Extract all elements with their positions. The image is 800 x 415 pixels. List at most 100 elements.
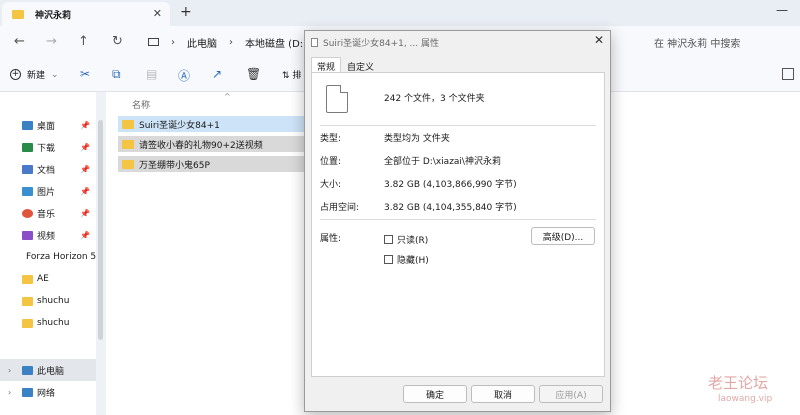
readonly-checkbox[interactable]: 只读(R) (384, 233, 428, 246)
copy-icon[interactable]: ⧉ (112, 67, 121, 82)
delete-icon[interactable]: 🗑 (246, 67, 261, 81)
folder-icon (22, 318, 33, 328)
sidebar-item-forza[interactable]: Forza Horizon 5 (0, 246, 96, 268)
tab-bar: 神沢永莉 ✕ + — (0, 0, 800, 26)
plus-circle-icon: + (10, 69, 21, 80)
close-tab-icon[interactable]: ✕ (153, 7, 162, 20)
desktop-icon (22, 120, 33, 130)
pin-icon: 📌 (80, 120, 90, 130)
monitor-icon (22, 365, 33, 375)
sidebar-item-label: 桌面 (37, 121, 56, 132)
chevron-down-icon: ⌄ (51, 69, 59, 80)
refresh-icon[interactable]: ↻ (112, 34, 123, 49)
sidebar-item-label: 网络 (37, 388, 56, 399)
sidebar-item-label: shuchu (37, 296, 70, 306)
selection-summary: 242 个文件，3 个文件夹 (384, 94, 485, 104)
list-item[interactable]: 万圣绷带小鬼65P (118, 156, 304, 172)
folder-icon (22, 296, 33, 306)
tab-custom[interactable]: 自定义 (341, 57, 380, 73)
search-input[interactable]: 在 神沢永莉 中搜索 (614, 30, 794, 54)
size-label: 大小: (320, 180, 342, 190)
monitor-icon (148, 38, 159, 46)
folder-icon (122, 119, 134, 129)
sidebar-item-this-pc[interactable]: › 此电脑 (0, 359, 96, 381)
new-tab-icon[interactable]: + (180, 4, 192, 20)
sidebar-item-desktop[interactable]: 桌面 📌 (0, 114, 96, 136)
apply-button[interactable]: 应用(A) (539, 385, 603, 403)
tab-title: 神沢永莉 (35, 10, 72, 21)
sidebar-item-label: 音乐 (37, 209, 56, 220)
hidden-checkbox[interactable]: 隐藏(H) (384, 253, 429, 266)
chevron-right-icon: › (171, 36, 175, 48)
tab-general[interactable]: 常规 (311, 57, 342, 73)
dialog-title-bar[interactable]: Suiri圣诞少女84+1, ... 属性 (311, 36, 439, 49)
ok-button[interactable]: 确定 (403, 385, 467, 403)
sidebar-item-label: Forza Horizon 5 (26, 252, 96, 262)
close-icon[interactable]: ✕ (594, 33, 604, 47)
cut-icon[interactable]: ✂ (80, 67, 90, 81)
tab-shenze[interactable]: 神沢永莉 ✕ (2, 2, 170, 26)
sidebar-item-label: 图片 (37, 187, 56, 198)
network-icon (22, 387, 33, 397)
sidebar-item-documents[interactable]: 文档 📌 (0, 158, 96, 180)
rename-icon[interactable]: Ⓐ (178, 67, 190, 84)
location-value: 全部位于 D:\xiazai\神沢永莉 (384, 157, 501, 167)
sidebar-item-label: 下载 (37, 143, 56, 154)
share-icon[interactable]: ↗ (212, 67, 222, 81)
pin-icon: 📌 (80, 142, 90, 152)
sidebar-item-music[interactable]: 音乐 📌 (0, 202, 96, 224)
sort-button[interactable]: ⇅ 排 (282, 68, 301, 81)
sidebar-item-label: shuchu (37, 318, 70, 328)
size-value: 3.82 GB (4,103,866,990 字节) (384, 180, 517, 190)
location-label: 位置: (320, 157, 342, 167)
paste-icon[interactable]: ▤ (146, 67, 157, 81)
list-item[interactable]: 请签收小春的礼物90+2送视频 (118, 136, 304, 152)
sidebar-item-downloads[interactable]: 下载 📌 (0, 136, 96, 158)
pin-icon: 📌 (80, 186, 90, 196)
document-icon (22, 164, 33, 174)
navigation-pane: 桌面 📌 下载 📌 文档 📌 图片 📌 音乐 📌 视频 📌 Forza Hori… (0, 92, 96, 415)
attributes-label: 属性: (320, 234, 342, 244)
size-on-disk-label: 占用空间: (320, 203, 360, 213)
sidebar-item-ae[interactable]: AE (0, 268, 96, 290)
file-name: Suiri圣诞少女84+1 (139, 120, 220, 131)
sort-ascending-icon: ^ (224, 92, 231, 101)
details-pane-icon[interactable] (782, 68, 794, 80)
sidebar-item-videos[interactable]: 视频 📌 (0, 224, 96, 246)
advanced-button[interactable]: 高级(D)... (531, 227, 595, 245)
file-name: 请签收小春的礼物90+2送视频 (139, 140, 263, 151)
cancel-button[interactable]: 取消 (471, 385, 535, 403)
dialog-tabs: 常规 自定义 (311, 57, 380, 73)
breadcrumb-item-pc[interactable]: 此电脑 (187, 35, 217, 50)
dialog-title: Suiri圣诞少女84+1, ... 属性 (323, 39, 440, 49)
file-icon (311, 38, 318, 47)
sidebar-scrollbar[interactable] (98, 120, 103, 340)
general-panel: 242 个文件，3 个文件夹 类型: 类型均为 文件夹 位置: 全部位于 D:\… (311, 72, 605, 377)
up-icon[interactable]: ↑ (78, 34, 89, 49)
minimize-icon[interactable]: — (776, 3, 788, 17)
folder-icon (122, 159, 134, 169)
pin-icon: 📌 (80, 208, 90, 218)
new-button[interactable]: + 新建 ⌄ (10, 68, 59, 81)
list-item[interactable]: Suiri圣诞少女84+1 (118, 116, 304, 132)
breadcrumb-item-disk[interactable]: 本地磁盘 (D: (245, 35, 303, 50)
download-icon (22, 142, 33, 152)
sidebar-item-shuchu-2[interactable]: shuchu (0, 312, 96, 334)
sidebar-item-shuchu-1[interactable]: shuchu (0, 290, 96, 312)
chevron-right-icon: › (8, 365, 12, 375)
column-header-name[interactable]: 名称 (132, 98, 150, 111)
watermark-title: 老王论坛 (708, 374, 769, 392)
type-value: 类型均为 文件夹 (384, 134, 450, 144)
readonly-label: 只读(R) (397, 236, 429, 246)
checkbox-box (384, 235, 393, 244)
back-icon[interactable]: ← (14, 34, 25, 49)
sidebar-item-pictures[interactable]: 图片 📌 (0, 180, 96, 202)
sidebar-item-label: AE (37, 274, 49, 284)
pin-icon: 📌 (80, 230, 90, 240)
size-on-disk-value: 3.82 GB (4,104,355,840 字节) (384, 203, 517, 213)
folder-icon (22, 274, 33, 284)
type-label: 类型: (320, 134, 342, 144)
forward-icon[interactable]: → (46, 34, 57, 49)
sidebar-item-network[interactable]: › 网络 (0, 381, 96, 403)
pin-icon: 📌 (80, 164, 90, 174)
